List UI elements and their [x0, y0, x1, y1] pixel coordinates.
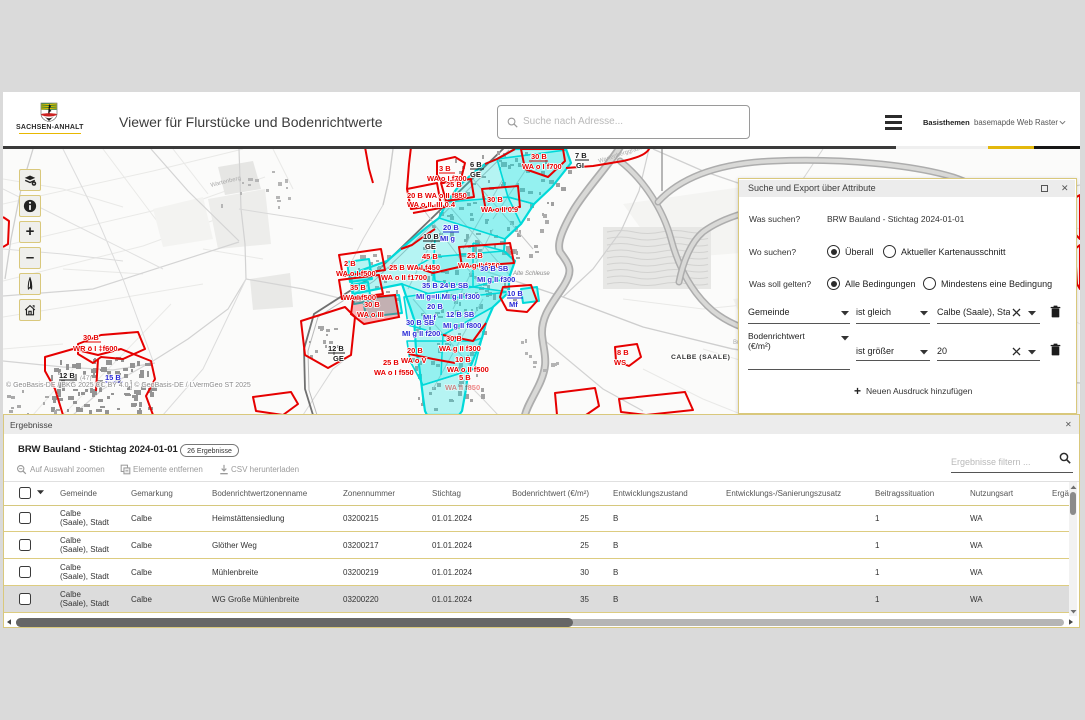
svg-text:WA o I f550: WA o I f550: [374, 368, 414, 377]
svg-text:20 B: 20 B: [407, 346, 423, 355]
svg-text:20 B: 20 B: [427, 302, 443, 311]
svg-text:30 B SB: 30 B SB: [480, 264, 509, 273]
svg-text:30 B: 30 B: [531, 152, 547, 161]
svg-text:MI g II f300: MI g II f300: [477, 275, 515, 284]
svg-text:6 B: 6 B: [470, 160, 482, 169]
svg-text:5 B: 5 B: [459, 373, 471, 382]
svg-text:GE: GE: [470, 170, 481, 179]
svg-text:25 B: 25 B: [446, 180, 462, 189]
svg-text:WA o I f700: WA o I f700: [522, 162, 562, 171]
svg-text:Alte Schleuse: Alte Schleuse: [512, 271, 550, 277]
svg-text:WA g II f300: WA g II f300: [439, 344, 481, 353]
svg-text:30 B: 30 B: [487, 195, 503, 204]
svg-text:30 B: 30 B: [83, 333, 99, 342]
svg-text:WA o II 0.9: WA o II 0.9: [481, 205, 518, 214]
svg-text:WA o II f1700: WA o II f1700: [381, 273, 427, 282]
svg-text:WA o V: WA o V: [401, 356, 427, 365]
svg-text:WA II f850: WA II f850: [445, 383, 480, 392]
svg-text:12 B SB: 12 B SB: [446, 310, 475, 319]
svg-text:30 B: 30 B: [446, 334, 462, 343]
svg-text:GE: GE: [425, 242, 436, 251]
svg-text:GI: GI: [576, 161, 584, 170]
svg-text:12 B: 12 B: [59, 371, 75, 380]
svg-text:WS: WS: [614, 358, 626, 367]
svg-text:WA o I f500: WA o I f500: [336, 269, 376, 278]
svg-text:20 B WA o II f850: 20 B WA o II f850: [407, 191, 467, 200]
svg-text:Mf: Mf: [509, 300, 518, 309]
svg-text:WA o III: WA o III: [357, 310, 384, 319]
svg-text:MI g≡II MI g II f300: MI g≡II MI g II f300: [416, 292, 480, 301]
svg-text:15 B: 15 B: [105, 373, 121, 382]
svg-text:GE: GE: [333, 354, 344, 363]
svg-text:25 B: 25 B: [467, 251, 483, 260]
svg-text:25 B WA I f450: 25 B WA I f450: [389, 263, 440, 272]
svg-text:45 B: 45 B: [422, 252, 438, 261]
svg-text:30 B SB: 30 B SB: [406, 318, 435, 327]
svg-text:WA o II -III 0.4: WA o II -III 0.4: [407, 200, 456, 209]
svg-text:10 B: 10 B: [507, 289, 523, 298]
svg-text:© GeoBasis-DE / BKG 2025 CC BY: © GeoBasis-DE / BKG 2025 CC BY 4.0 | © G…: [6, 381, 251, 389]
svg-text:25 B: 25 B: [383, 358, 399, 367]
svg-text:(47): (47): [80, 375, 92, 382]
svg-text:MI g: MI g: [440, 234, 455, 243]
svg-text:2 B: 2 B: [344, 259, 356, 268]
svg-text:12 B: 12 B: [328, 344, 344, 353]
svg-text:35 B: 35 B: [350, 283, 366, 292]
svg-text:7 B: 7 B: [575, 151, 587, 160]
svg-text:3 B: 3 B: [439, 164, 451, 173]
svg-text:30 B: 30 B: [364, 300, 380, 309]
svg-text:10 B: 10 B: [455, 355, 471, 364]
svg-text:MI g II f800: MI g II f800: [443, 321, 481, 330]
svg-text:35 B 24 B SB: 35 B 24 B SB: [422, 281, 469, 290]
svg-text:8 B: 8 B: [617, 348, 629, 357]
svg-text:WR ö I ‡f600: WR ö I ‡f600: [73, 344, 118, 353]
svg-text:CALBE (SAALE): CALBE (SAALE): [671, 354, 730, 361]
svg-text:10 B: 10 B: [423, 232, 439, 241]
svg-text:20 B: 20 B: [443, 223, 459, 232]
svg-text:MI g II f200: MI g II f200: [402, 329, 440, 338]
